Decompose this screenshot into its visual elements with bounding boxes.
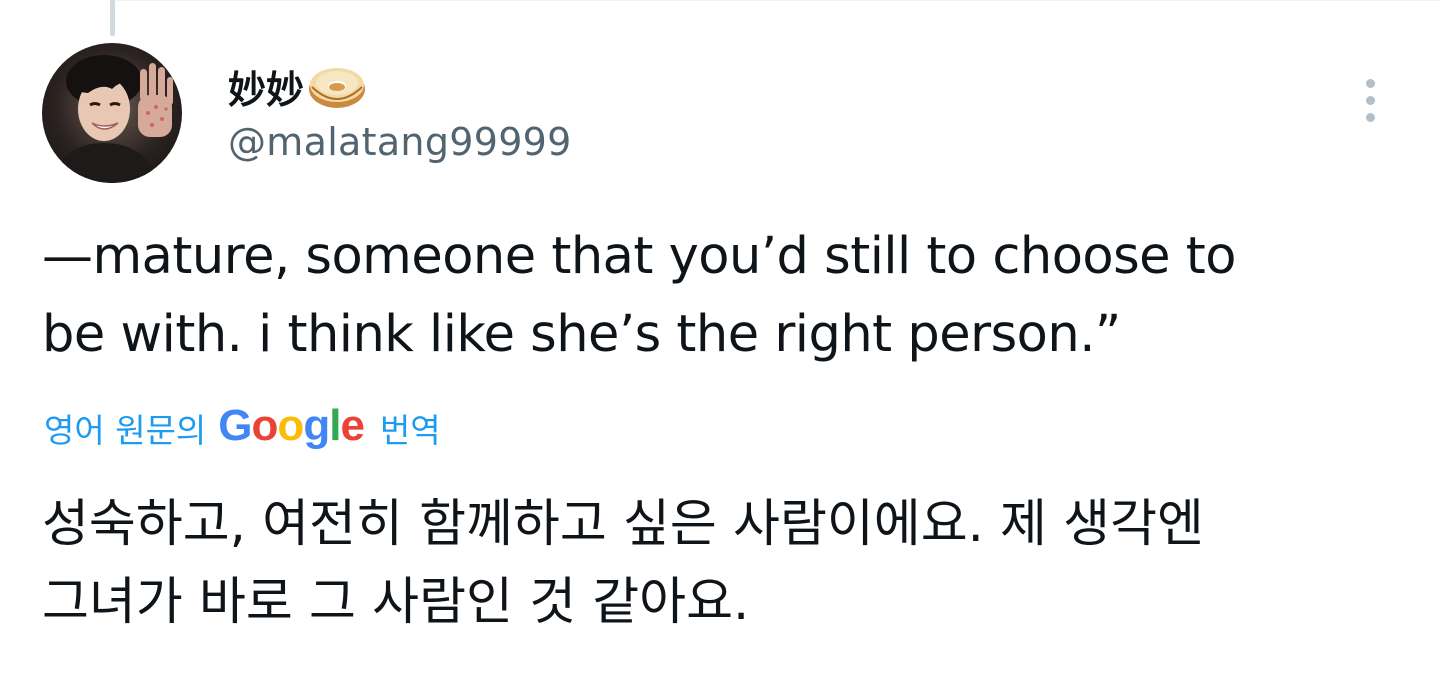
translated-text-line: 성숙하고, 여전히 함께하고 싶은 사람이에요. 제 생각엔: [42, 495, 1204, 554]
thread-connector-line: [110, 0, 115, 36]
google-letter: l: [329, 401, 341, 450]
google-letter: o: [277, 401, 304, 450]
display-name[interactable]: 妙妙: [228, 59, 304, 114]
tweet-text-line: —mature, someone that you’d still to cho…: [42, 227, 1236, 286]
translated-text-line: 그녀가 바로 그 사람인 것 같아요.: [42, 573, 750, 632]
avatar-image: [52, 55, 173, 183]
tweet-text-line: be with. i think like she’s the right pe…: [42, 305, 1121, 364]
google-logo: Google: [218, 401, 365, 451]
more-dot: [1365, 112, 1375, 122]
google-letter: o: [251, 401, 279, 450]
more-vertical-icon[interactable]: [1352, 72, 1388, 128]
user-handle[interactable]: @malatang99999: [228, 120, 572, 164]
top-divider: [110, 0, 1440, 1]
display-name-row[interactable]: 妙妙: [228, 58, 572, 114]
google-letter: e: [340, 401, 365, 450]
google-letter: g: [303, 401, 330, 450]
google-letter: G: [218, 401, 252, 450]
doughnut-icon: [306, 61, 368, 111]
tweet-text: —mature, someone that you’d still to cho…: [42, 218, 1402, 374]
translate-by-google-link[interactable]: 영어 원문의 Google 번역: [44, 400, 441, 456]
user-info: 妙妙 @malatang99999: [228, 58, 572, 165]
translate-suffix: 번역: [379, 411, 441, 450]
translate-prefix: 영어 원문의: [44, 411, 207, 450]
more-dot: [1365, 78, 1375, 88]
more-dot: [1365, 95, 1375, 105]
translated-text: 성숙하고, 여전히 함께하고 싶은 사람이에요. 제 생각엔 그녀가 바로 그 …: [42, 486, 1402, 642]
avatar[interactable]: [42, 43, 182, 183]
